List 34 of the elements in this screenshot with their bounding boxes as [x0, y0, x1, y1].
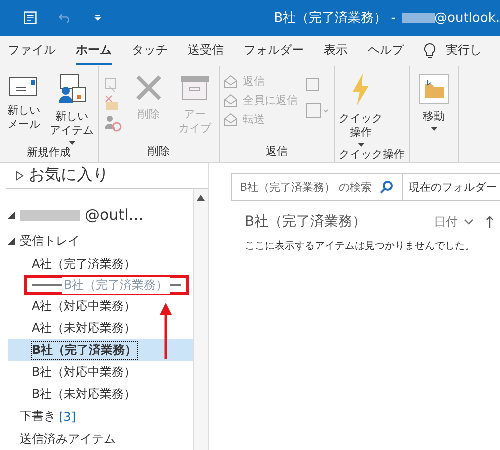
ribbon-group-label: 返信 [265, 144, 289, 160]
empty-message: ここに表示するアイテムは見つかりませんでした。 [244, 240, 476, 253]
ribbon-tab[interactable]: 表示 [324, 38, 348, 64]
quick-steps-button[interactable]: クイック 操作 [339, 70, 383, 147]
ribbon-tab[interactable]: 送受信 [188, 38, 224, 64]
folder-item[interactable]: 下書き [3] [8, 405, 193, 428]
new-mail-button[interactable]: 新しい メール [4, 70, 44, 145]
ribbon-group-label: クイック操作 [339, 147, 405, 163]
sort-dropdown[interactable]: 日付 [434, 214, 458, 230]
new-items-button[interactable]: 新しい アイテム [50, 70, 94, 145]
move-button[interactable]: 移動 [414, 70, 454, 162]
folder-item[interactable]: B社（未対応業務） [8, 383, 193, 405]
account-header[interactable]: @outl… [8, 201, 193, 229]
folder-item[interactable]: B社（対応中業務） [8, 361, 193, 383]
account-domain: @outlook. [434, 10, 500, 26]
folder-title: B社（完了済業務） [244, 213, 368, 231]
folder-item[interactable]: A社（完了済業務） [8, 253, 193, 275]
favorites-header[interactable]: お気に入り [6, 163, 208, 189]
folder-item[interactable]: A社（未対応業務） [8, 317, 193, 339]
folder-item[interactable]: B社（完了済業務） [8, 339, 193, 361]
ribbon-tab[interactable]: フォルダー [244, 38, 304, 64]
folder-item[interactable]: A社（対応中業務） [8, 295, 193, 317]
search-scope-dropdown[interactable]: 現在のフォルダー [402, 174, 498, 200]
window-title: B社（完了済業務） - [274, 10, 396, 27]
drag-ghost: B社（完了済業務） [62, 276, 170, 294]
tell-me-field[interactable]: 実行し [446, 38, 482, 64]
search-field[interactable]: B社（完了済業務） の検索 [232, 180, 380, 194]
ribbon-group-label: 新規作成 [26, 145, 72, 161]
ribbon-tab[interactable]: タッチ [132, 38, 168, 64]
ribbon-tab[interactable]: ファイル [8, 38, 56, 64]
ribbon-tab[interactable]: ヘルプ [368, 38, 404, 64]
folder-item[interactable]: 送信済みアイテム [8, 428, 193, 450]
ribbon-group-label: 削除 [147, 144, 171, 160]
inbox-folder[interactable]: 受信トレイ [8, 229, 193, 253]
